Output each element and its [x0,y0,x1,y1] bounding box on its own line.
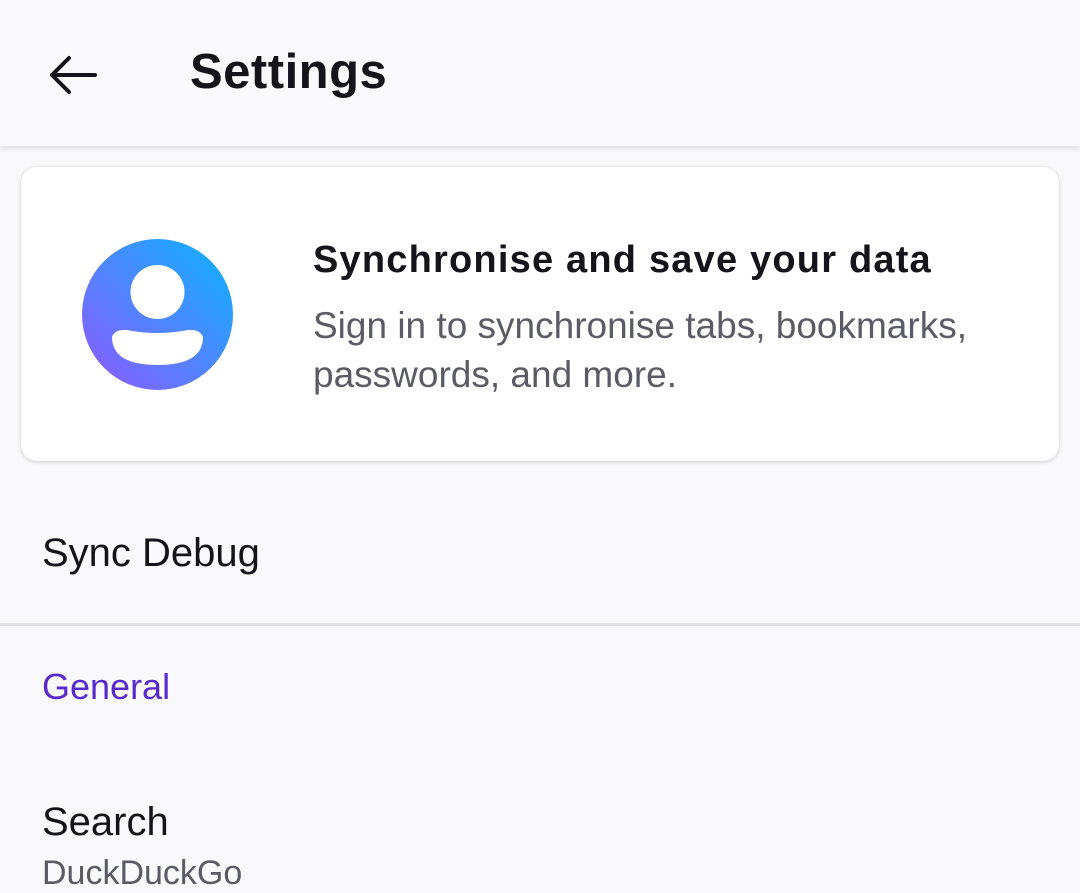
section-header-general: General [42,666,171,707]
sign-in-card[interactable]: Synchronise and save your data Sign in t… [21,167,1059,461]
search-label: Search [42,800,169,844]
sync-debug-label: Sync Debug [42,531,260,575]
sign-in-card-title: Synchronise and save your data [313,239,932,281]
settings-list: Synchronise and save your data Sign in t… [0,146,1080,892]
sync-debug-item[interactable]: Sync Debug [0,481,1080,623]
app-toolbar: Settings [0,0,1080,146]
account-avatar-icon [82,239,233,390]
search-summary: DuckDuckGo [42,854,243,892]
back-button[interactable] [30,32,116,118]
search-preference-item[interactable]: Search DuckDuckGo [0,766,1080,892]
section-divider [0,623,1080,626]
page-title: Settings [190,45,388,99]
arrow-left-icon [50,56,97,94]
sign-in-card-subtitle: Sign in to synchronise tabs, bookmarks, … [313,305,967,395]
